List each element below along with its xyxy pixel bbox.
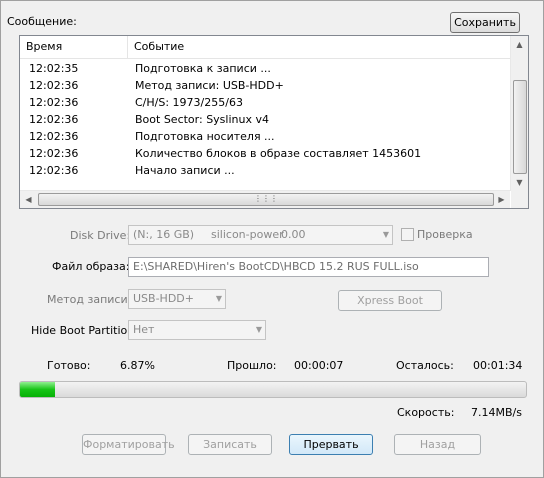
save-button[interactable]: Сохранить <box>450 12 520 33</box>
log-time: 12:02:36 <box>29 164 79 177</box>
horizontal-scroll-thumb[interactable]: ⋮⋮⋮ <box>38 193 494 206</box>
abort-button[interactable]: Прервать <box>289 434 373 455</box>
write-button[interactable]: Записать <box>188 434 272 455</box>
disk-drive-size: 0.00 <box>281 228 306 241</box>
verify-checkbox[interactable] <box>401 228 414 241</box>
arrow-down-icon[interactable]: ▼ <box>511 174 528 191</box>
image-file-label: Файл образа: <box>52 260 130 273</box>
log-event: Подготовка к записи ... <box>135 62 271 75</box>
chevron-down-icon: ▼ <box>382 230 389 239</box>
disk-drive-label: Disk Drive: <box>70 229 131 242</box>
column-header-event[interactable]: Событие <box>128 36 510 58</box>
arrow-left-icon[interactable]: ◀ <box>20 191 37 208</box>
log-list[interactable]: Время Событие 12:02:35 Подготовка к запис… <box>19 35 529 209</box>
image-file-field[interactable]: E:\SHARED\Hiren's BootCD\HBCD 15.2 RUS F… <box>128 257 489 277</box>
log-header: Время Событие <box>20 36 510 59</box>
log-event: Подготовка носителя ... <box>135 130 275 143</box>
log-row[interactable]: 12:02:36 Boot Sector: Syslinux v4 <box>20 111 510 128</box>
vertical-scroll-thumb[interactable] <box>513 80 527 174</box>
speed-value: 7.14MB/s <box>471 406 522 419</box>
log-row[interactable]: 12:02:36 Подготовка носителя ... <box>20 128 510 145</box>
log-row[interactable]: 12:02:35 Подготовка к записи ... <box>20 60 510 77</box>
horizontal-scrollbar[interactable]: ◀ ⋮⋮⋮ ▶ <box>20 190 510 208</box>
speed-label: Скорость: <box>397 406 455 419</box>
log-event: Boot Sector: Syslinux v4 <box>135 113 269 126</box>
dialog-window: Сообщение: Сохранить Время Событие 12:02… <box>0 0 544 478</box>
xpress-boot-button[interactable]: Xpress Boot <box>338 290 442 311</box>
format-button[interactable]: Форматировать <box>82 434 175 455</box>
disk-drive-vendor: silicon-power <box>211 228 284 241</box>
log-time: 12:02:35 <box>29 62 79 75</box>
progress-fill <box>20 382 55 397</box>
log-time: 12:02:36 <box>29 79 79 92</box>
write-method-value: USB-HDD+ <box>133 292 194 305</box>
remaining-value: 00:01:34 <box>473 359 523 372</box>
log-event: Метод записи: USB-HDD+ <box>135 79 284 92</box>
chevron-down-icon: ▼ <box>215 294 222 303</box>
remaining-label: Осталось: <box>396 359 454 372</box>
verify-label: Проверка <box>417 228 473 241</box>
log-row[interactable]: 12:02:36 Начало записи ... <box>20 162 510 179</box>
log-time: 12:02:36 <box>29 147 79 160</box>
log-event: Начало записи ... <box>135 164 235 177</box>
write-method-select[interactable]: USB-HDD+ ▼ <box>128 289 226 309</box>
log-time: 12:02:36 <box>29 96 79 109</box>
disk-drive-select[interactable]: (N:, 16 GB) silicon-power 0.00 ▼ <box>128 225 393 245</box>
log-event: Количество блоков в образе составляет 14… <box>135 147 422 160</box>
hide-boot-partition-label: Hide Boot Partition: <box>31 324 138 337</box>
scroll-corner <box>511 191 528 208</box>
elapsed-label: Прошло: <box>227 359 277 372</box>
chevron-down-icon: ▼ <box>255 325 262 334</box>
done-label: Готово: <box>47 359 91 372</box>
disk-drive-value: (N:, 16 GB) <box>133 228 195 241</box>
write-method-label: Метод записи: <box>47 293 132 306</box>
log-row[interactable]: 12:02:36 Метод записи: USB-HDD+ <box>20 77 510 94</box>
column-header-time[interactable]: Время <box>20 36 128 58</box>
log-row[interactable]: 12:02:36 C/H/S: 1973/255/63 <box>20 94 510 111</box>
arrow-up-icon[interactable]: ▲ <box>511 36 528 53</box>
message-label: Сообщение: <box>7 15 77 28</box>
elapsed-value: 00:00:07 <box>294 359 344 372</box>
hide-boot-partition-select[interactable]: Нет ▼ <box>128 320 266 340</box>
log-time: 12:02:36 <box>29 113 79 126</box>
log-event: C/H/S: 1973/255/63 <box>135 96 243 109</box>
done-value: 6.87% <box>120 359 155 372</box>
log-time: 12:02:36 <box>29 130 79 143</box>
vertical-scrollbar[interactable]: ▲ ▼ <box>510 36 528 191</box>
log-row[interactable]: 12:02:36 Количество блоков в образе соста… <box>20 145 510 162</box>
hide-boot-partition-value: Нет <box>133 323 155 336</box>
arrow-right-icon[interactable]: ▶ <box>493 191 510 208</box>
progress-bar <box>19 381 527 398</box>
log-rows: 12:02:35 Подготовка к записи ... 12:02:36… <box>20 60 510 179</box>
back-button[interactable]: Назад <box>394 434 481 455</box>
